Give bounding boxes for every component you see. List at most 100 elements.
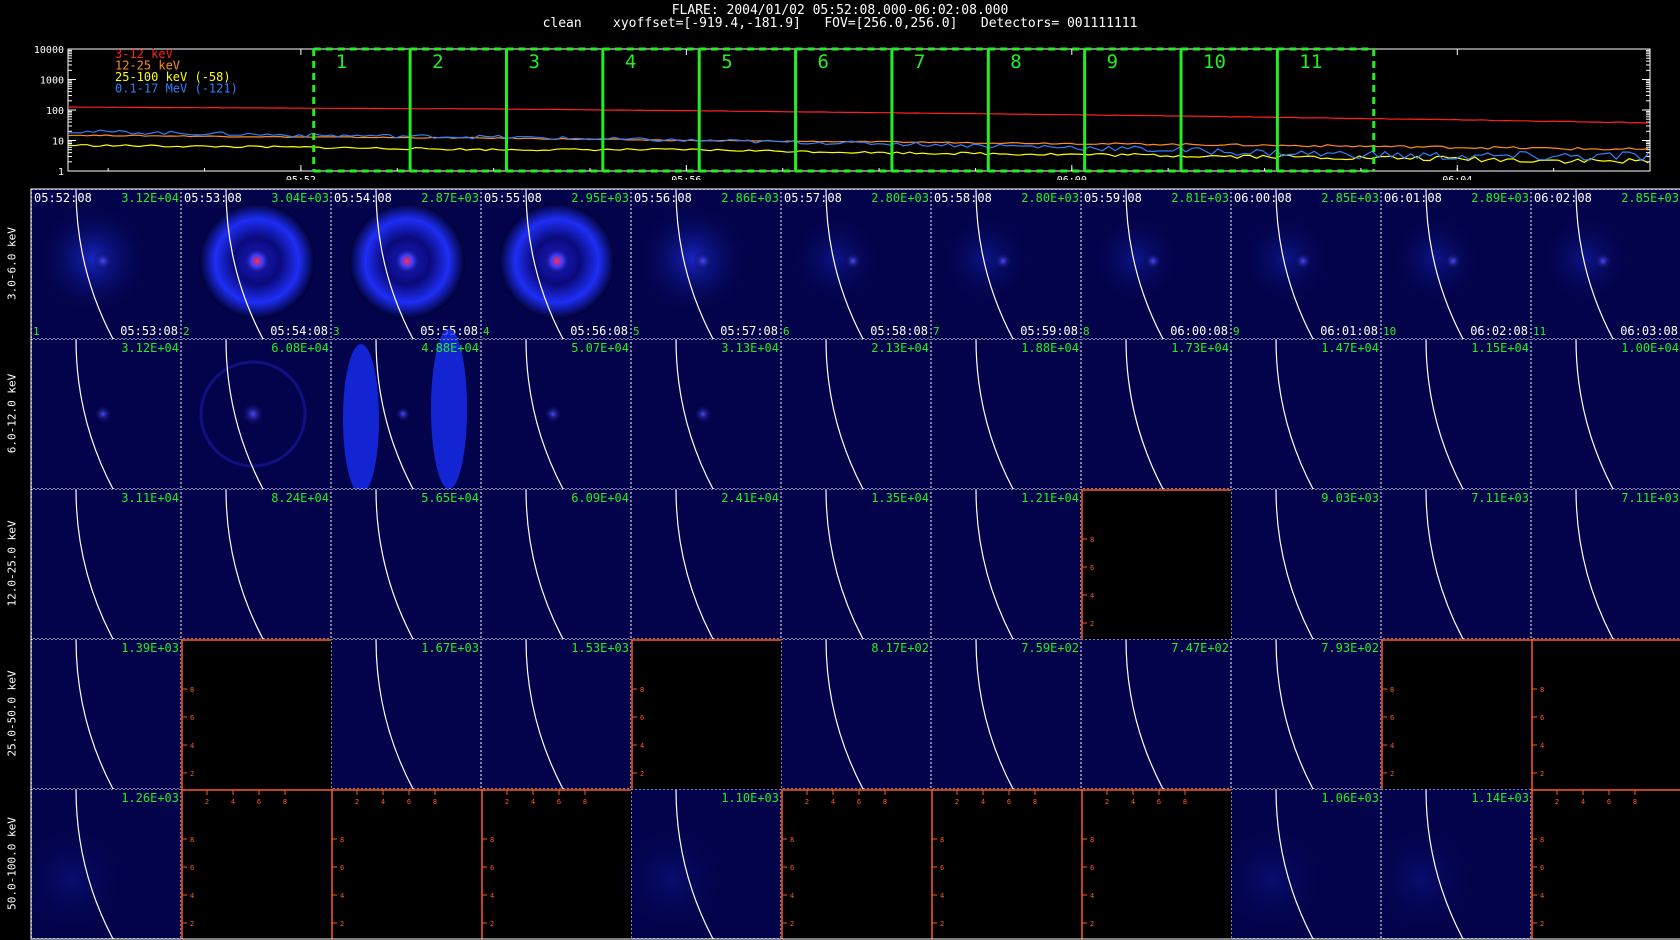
source-core: [94, 405, 112, 423]
empty-axis-tick-label: 6: [557, 798, 561, 806]
empty-axis-tick-label: 2: [340, 920, 344, 928]
end-time: 05:59:08: [1020, 324, 1078, 338]
empty-axis-tick-label: 6: [1390, 714, 1394, 722]
empty-axis-tick-label: 6: [490, 864, 494, 872]
empty-axis-tick-label: 2: [490, 920, 494, 928]
source-core: [93, 251, 113, 271]
end-time: 06:01:08: [1320, 324, 1378, 338]
image-cell: 7.11E+03: [1531, 488, 1680, 640]
interval-number: 6: [783, 325, 790, 338]
interval-number: 4: [483, 325, 490, 338]
source-core: [1294, 252, 1312, 270]
empty-axis-tick-label: 6: [1090, 564, 1094, 572]
image-cell: 1.67E+03: [331, 638, 481, 790]
empty-axis-tick-label: 6: [940, 864, 944, 872]
image-panel-background: [1081, 339, 1231, 489]
empty-axis-tick-label: 6: [257, 798, 261, 806]
empty-axis-tick-label: 4: [1090, 592, 1094, 600]
image-panel-background: [1381, 339, 1531, 489]
interval-number: 7: [933, 325, 940, 338]
end-time: 06:00:08: [1170, 324, 1228, 338]
empty-axis-tick-label: 8: [1033, 798, 1037, 806]
image-cell: 2 2 4 4 6 6 8 8: [931, 789, 1081, 939]
empty-axis-tick-label: 8: [190, 686, 194, 694]
image-cell: 1.39E+03: [31, 638, 181, 790]
max-value: 1.39E+03: [121, 641, 179, 655]
max-value: 7.47E+02: [1171, 641, 1229, 655]
max-value: 1.26E+03: [121, 791, 179, 805]
max-value: 9.03E+03: [1321, 491, 1379, 505]
empty-axis-tick-label: 2: [1390, 770, 1394, 778]
empty-axis-tick-label: 8: [490, 836, 494, 844]
max-value: 7.59E+02: [1021, 641, 1079, 655]
interval-number: 1: [33, 325, 40, 338]
max-value: 2.89E+03: [1471, 191, 1529, 205]
max-value: 3.12E+04: [121, 341, 179, 355]
image-cell: 2 2 4 4 6 6 8 8: [781, 789, 931, 939]
image-cell: 2 4 6 8: [1381, 639, 1531, 789]
empty-image-panel: [481, 789, 631, 939]
image-cell: 2 2 4 4 6 6 8 8: [1081, 789, 1231, 939]
max-value: 2.80E+03: [1021, 191, 1079, 205]
empty-axis-tick-label: 8: [1540, 836, 1544, 844]
source-core: [694, 405, 712, 423]
empty-axis-tick-label: 8: [1390, 686, 1394, 694]
diffuse-emission: [633, 199, 753, 319]
start-time: 05:55:08: [484, 191, 542, 205]
image-cell: 2.89E+03 06:01:08 06:02:08 10: [1381, 188, 1531, 340]
image-cell: 5.65E+04: [331, 488, 481, 640]
empty-axis-tick-label: 4: [1540, 742, 1544, 750]
empty-axis-tick-label: 2: [955, 798, 959, 806]
diffuse-emission: [1238, 211, 1334, 307]
empty-axis-tick-label: 8: [1090, 536, 1094, 544]
image-cell: 7.47E+02: [1081, 638, 1231, 790]
image-panel-background: [1231, 639, 1381, 789]
empty-axis-tick-label: 6: [190, 864, 194, 872]
energy-row-label: 50.0-100.0 keV: [5, 817, 19, 910]
empty-axis-tick-label: 4: [490, 892, 494, 900]
max-value: 2.80E+03: [871, 191, 929, 205]
empty-axis-tick-label: 8: [1090, 836, 1094, 844]
start-time: 05:52:08: [34, 191, 92, 205]
image-cell: 4.88E+04: [331, 329, 481, 494]
empty-axis-tick-label: 4: [1540, 892, 1544, 900]
max-value: 2.95E+03: [571, 191, 629, 205]
max-value: 2.85E+03: [1321, 191, 1379, 205]
empty-axis-tick-label: 6: [190, 714, 194, 722]
interval-number: 10: [1383, 325, 1396, 338]
max-value: 1.00E+04: [1621, 341, 1679, 355]
image-cell: 1.47E+04: [1231, 338, 1381, 490]
empty-axis-tick-label: 4: [981, 798, 985, 806]
max-value: 3.11E+04: [121, 491, 179, 505]
image-cell: 1.35E+04: [781, 488, 931, 640]
max-value: 1.10E+03: [721, 791, 779, 805]
max-value: 8.17E+02: [871, 641, 929, 655]
image-panel-background: [31, 489, 181, 639]
max-value: 5.65E+04: [421, 491, 479, 505]
image-cell: 3.04E+03 05:53:08 05:54:08 2: [181, 188, 331, 340]
start-time: 06:00:08: [1234, 191, 1292, 205]
empty-image-panel: [181, 789, 331, 939]
source-core: [543, 247, 571, 275]
empty-axis-tick-label: 2: [505, 798, 509, 806]
empty-axis-tick-label: 2: [1540, 770, 1544, 778]
empty-axis-tick-label: 4: [231, 798, 235, 806]
max-value: 7.93E+02: [1321, 641, 1379, 655]
max-value: 4.88E+04: [421, 341, 479, 355]
end-time: 05:56:08: [570, 324, 628, 338]
image-cell: 2.41E+04: [631, 488, 781, 640]
image-cell: 9.03E+03: [1231, 488, 1381, 640]
empty-axis-tick-label: 4: [790, 892, 794, 900]
max-value: 2.86E+03: [721, 191, 779, 205]
empty-axis-tick-label: 2: [205, 798, 209, 806]
start-time: 05:56:08: [634, 191, 692, 205]
empty-image-panel: [631, 639, 781, 789]
empty-axis-tick-label: 4: [1390, 742, 1394, 750]
max-value: 1.35E+04: [871, 491, 929, 505]
image-cell: 2.95E+03 05:55:08 05:56:08 4: [481, 188, 631, 340]
interval-number: 2: [183, 325, 190, 338]
image-panel-background: [481, 639, 631, 789]
start-time: 05:54:08: [334, 191, 392, 205]
image-cell: 7.59E+02: [931, 638, 1081, 790]
max-value: 1.47E+04: [1321, 341, 1379, 355]
